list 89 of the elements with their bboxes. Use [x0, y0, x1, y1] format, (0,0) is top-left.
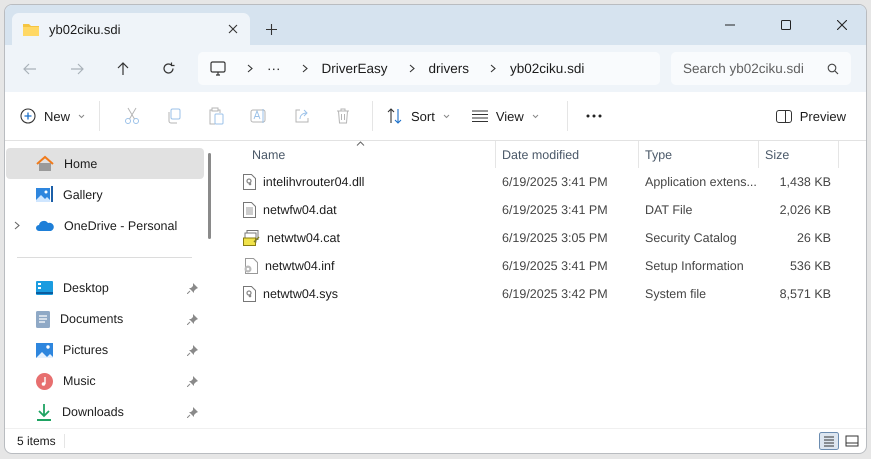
- details-view-icon[interactable]: [819, 432, 839, 450]
- desktop-icon: [36, 281, 53, 296]
- breadcrumb[interactable]: ···: [267, 61, 280, 76]
- preview-button[interactable]: Preview: [776, 102, 854, 130]
- settings-file-icon: [243, 258, 258, 274]
- sidebar-item[interactable]: OneDrive - Personal: [6, 210, 204, 241]
- file-name[interactable]: intelihvrouter04.dll: [263, 175, 364, 189]
- type-cell-text: System file: [644, 287, 708, 301]
- sidebar-item[interactable]: Downloads: [6, 396, 204, 428]
- type-cell-text: Security Catalog: [644, 231, 738, 245]
- file-name[interactable]: netwtw04.inf: [265, 259, 334, 273]
- size-cell-text: 26 KB: [796, 231, 832, 245]
- close-tab-icon[interactable]: [228, 24, 238, 34]
- date-cell-text: 6/19/2025 3:41 PM: [501, 203, 609, 217]
- document-icon: [36, 310, 50, 328]
- size-cell-text: 8,571 KB: [778, 287, 832, 301]
- plus-icon: [20, 108, 36, 124]
- date-cell-text: 6/19/2025 3:42 PM: [501, 287, 609, 301]
- preview-pane-icon: [776, 110, 792, 122]
- size-cell-text: 2,026 KB: [778, 203, 832, 217]
- system-file-icon: [243, 286, 256, 302]
- pin-icon[interactable]: [187, 376, 198, 387]
- sidebar-item[interactable]: Documents: [6, 304, 204, 335]
- type-cell-text: Setup Information: [644, 259, 745, 273]
- file-name[interactable]: netwtw04.cat: [267, 231, 340, 245]
- expand-chevron-icon[interactable]: [14, 221, 20, 230]
- pin-icon[interactable]: [187, 406, 198, 418]
- sort-arrows-icon: [387, 108, 404, 124]
- folder-tab[interactable]: yb02ciku.sdi: [12, 13, 250, 45]
- minimize-icon[interactable]: [725, 24, 735, 26]
- scrollbar-thumb[interactable]: [208, 153, 211, 239]
- sidebar-item[interactable]: Home: [6, 148, 204, 179]
- breadcrumb[interactable]: yb02ciku.sdi: [510, 61, 584, 76]
- sidebar-item[interactable]: Gallery: [6, 179, 204, 210]
- picture-icon: [36, 342, 53, 358]
- breadcrumb[interactable]: DriverEasy: [322, 61, 388, 76]
- home-icon: [36, 155, 54, 172]
- chevron-icon: [408, 64, 415, 73]
- sidebar-item[interactable]: Pictures: [6, 334, 204, 366]
- tab-title: yb02ciku.sdi: [49, 22, 122, 36]
- search-field[interactable]: Search yb02ciku.sdi: [671, 52, 851, 85]
- sort-caret-icon: [356, 141, 364, 146]
- gallery-icon: [36, 186, 53, 203]
- file-name[interactable]: netwtw04.sys: [263, 287, 338, 301]
- chevron-icon: [302, 64, 308, 73]
- breadcrumb[interactable]: drivers: [428, 61, 470, 76]
- caret-icon: [442, 114, 450, 118]
- system-file-icon: [243, 174, 256, 190]
- sidebar-item[interactable]: Desktop: [6, 272, 204, 304]
- column-header[interactable]: Type: [639, 141, 759, 168]
- column-header[interactable]: Name: [216, 141, 496, 168]
- column-header[interactable]: Date modified: [496, 141, 639, 168]
- cloud-icon: [36, 220, 54, 231]
- maximize-icon[interactable]: [781, 20, 791, 30]
- more-icon[interactable]: [586, 114, 602, 118]
- list-icon: [472, 110, 488, 122]
- text-file-icon: [243, 202, 256, 218]
- date-cell-text: 6/19/2025 3:41 PM: [501, 175, 609, 189]
- size-cell-text: 536 KB: [788, 259, 832, 273]
- pin-icon[interactable]: [187, 282, 198, 294]
- type-cell-text: DAT File: [644, 203, 694, 217]
- new-tab-icon[interactable]: [266, 24, 277, 34]
- item-count: 5 items: [17, 434, 56, 448]
- file-name[interactable]: netwfw04.dat: [263, 203, 337, 217]
- close-icon[interactable]: [837, 20, 847, 30]
- date-cell-text: 6/19/2025 3:05 PM: [501, 231, 609, 245]
- music-icon: [36, 372, 53, 390]
- download-icon: [36, 404, 52, 421]
- date-cell-text: 6/19/2025 3:41 PM: [501, 259, 609, 273]
- folder-icon: [22, 22, 40, 36]
- column-header[interactable]: Size: [759, 141, 839, 168]
- sort-button[interactable]: Sort: [387, 102, 458, 130]
- type-cell-text: Application extens...: [644, 175, 758, 189]
- up-arrow-icon[interactable]: [117, 62, 129, 76]
- certificate-file-icon: [243, 230, 260, 246]
- new-button[interactable]: New: [20, 102, 94, 130]
- refresh-icon[interactable]: [162, 62, 175, 75]
- search-icon: [827, 63, 839, 75]
- address-bar[interactable]: ··· DriverEasy drivers yb02ciku.sdi: [198, 52, 660, 85]
- size-cell-text: 1,438 KB: [778, 175, 832, 189]
- caret-icon: [78, 114, 86, 118]
- monitor-icon: [210, 61, 226, 76]
- sidebar-item[interactable]: Music: [6, 366, 204, 397]
- view-button[interactable]: View: [472, 102, 547, 130]
- chevron-icon: [247, 64, 253, 73]
- pin-icon[interactable]: [187, 344, 198, 356]
- chevron-icon: [490, 64, 496, 73]
- caret-icon: [532, 114, 539, 118]
- pin-icon[interactable]: [187, 314, 198, 325]
